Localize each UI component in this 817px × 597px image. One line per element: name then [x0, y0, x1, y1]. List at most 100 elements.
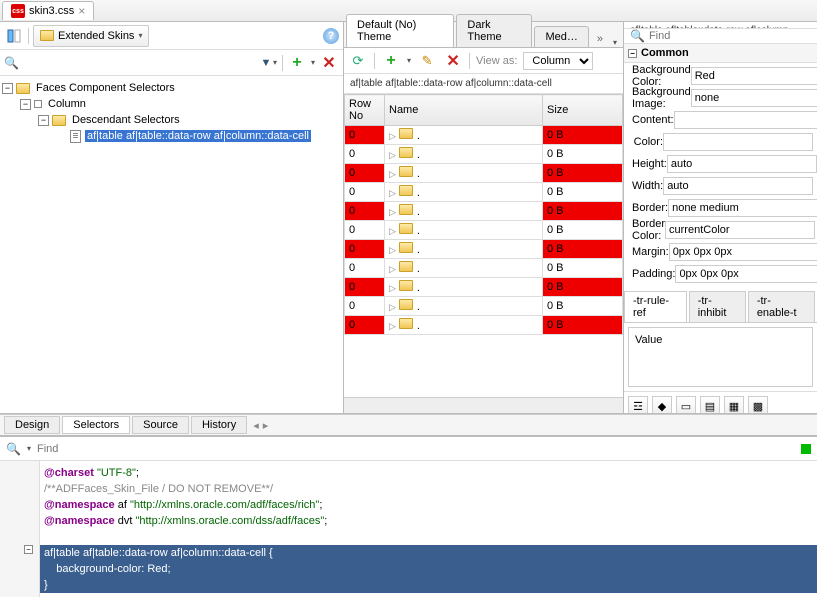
delete-button[interactable]: ✕ [443, 51, 463, 71]
collapse-icon[interactable]: − [38, 115, 49, 126]
table-row[interactable]: 0▷.0 B [345, 126, 623, 145]
tree-node[interactable]: − Column [2, 96, 341, 112]
expand-icon[interactable]: ▷ [389, 321, 396, 332]
chevron-down-icon[interactable]: ▾ [407, 56, 411, 65]
code-editor[interactable]: @charset "UTF-8";/**ADFFaces_Skin_File /… [40, 461, 817, 597]
tab-design[interactable]: Design [4, 416, 60, 434]
collapse-icon[interactable]: − [628, 49, 637, 58]
table-row[interactable]: 0▷.0 B [345, 221, 623, 240]
column-header[interactable]: Size [543, 95, 623, 126]
tab-selectors[interactable]: Selectors [62, 416, 130, 434]
sub-tab-rule-ref[interactable]: -tr-rule-ref [624, 291, 687, 322]
tab-overflow-icon[interactable]: » [591, 31, 609, 47]
column-header[interactable]: Name [385, 95, 543, 126]
chevron-down-icon[interactable]: ▾ [27, 444, 31, 453]
property-value-input[interactable] [665, 221, 815, 239]
cell-size: 0 B [543, 316, 623, 335]
tree-node[interactable]: − Faces Component Selectors [2, 80, 341, 96]
table-row[interactable]: 0▷.0 B [345, 278, 623, 297]
funnel-icon: ▼ [259, 56, 273, 70]
table-row[interactable]: 0▷.0 B [345, 240, 623, 259]
theme-tab-bar: Default (No) Theme Dark Theme Med… » ▾ [344, 22, 623, 48]
collapse-icon[interactable]: − [20, 99, 31, 110]
property-value-input[interactable] [674, 111, 817, 129]
property-label: Background Color: [632, 64, 691, 88]
property-value-input[interactable] [669, 243, 817, 261]
expand-icon[interactable]: ▷ [389, 283, 396, 294]
sub-tab-enable[interactable]: -tr-enable-t [748, 291, 815, 322]
tool-icon[interactable]: ▭ [676, 396, 696, 413]
expand-icon[interactable]: ▷ [389, 150, 396, 161]
tool-icon[interactable]: ▤ [700, 396, 720, 413]
expand-icon[interactable]: ▷ [389, 131, 396, 142]
tree-leaf[interactable]: af|table af|table::data-row af|column::d… [2, 128, 341, 144]
property-value-input[interactable] [675, 265, 817, 283]
code-find-input[interactable] [37, 443, 795, 455]
mode-toggle-icon[interactable] [4, 26, 24, 46]
column-header[interactable]: Row No [345, 95, 385, 126]
collapse-icon[interactable]: − [2, 83, 13, 94]
tool-icon[interactable]: ▩ [748, 396, 768, 413]
chevron-down-icon[interactable]: ▾ [609, 38, 621, 47]
tab-nav-next[interactable]: ▸ [263, 419, 269, 432]
property-value-input[interactable] [691, 89, 817, 107]
table-row[interactable]: 0▷.0 B [345, 297, 623, 316]
filter-button[interactable]: ▼▾ [258, 53, 278, 73]
expand-icon[interactable]: ▷ [389, 207, 396, 218]
cell-name: ▷. [385, 221, 543, 240]
property-value-input[interactable] [691, 67, 817, 85]
edit-button[interactable]: ✎ [417, 51, 437, 71]
selector-search-input[interactable] [23, 57, 254, 69]
close-icon[interactable]: × [78, 4, 85, 18]
theme-tab-default[interactable]: Default (No) Theme [346, 14, 454, 47]
tool-icon[interactable]: ▦ [724, 396, 744, 413]
code-line: /**ADFFaces_Skin_File / DO NOT REMOVE**/ [40, 481, 817, 497]
skin-dropdown[interactable]: Extended Skins ▾ [33, 25, 149, 47]
table-row[interactable]: 0▷.0 B [345, 202, 623, 221]
property-value-input[interactable] [663, 177, 813, 195]
add-button[interactable]: + [287, 53, 307, 73]
table-row[interactable]: 0▷.0 B [345, 259, 623, 278]
property-value-input[interactable] [667, 155, 817, 173]
expand-icon[interactable]: ▷ [389, 302, 396, 313]
table-row[interactable]: 0▷.0 B [345, 316, 623, 335]
chevron-down-icon[interactable]: ▾ [311, 58, 315, 67]
tool-icon[interactable]: ☲ [628, 396, 648, 413]
horizontal-scrollbar[interactable] [344, 397, 623, 413]
cell-size: 0 B [543, 164, 623, 183]
file-tab[interactable]: css skin3.css × [2, 1, 94, 20]
tab-source[interactable]: Source [132, 416, 189, 434]
tab-nav-prev[interactable]: ◂ [253, 419, 259, 432]
cell-rowno: 0 [345, 145, 385, 164]
table-row[interactable]: 0▷.0 B [345, 145, 623, 164]
skin-dropdown-label: Extended Skins [58, 30, 134, 42]
cell-rowno: 0 [345, 297, 385, 316]
property-value-input[interactable] [663, 133, 813, 151]
add-button[interactable]: + [381, 51, 401, 71]
expand-icon[interactable]: ▷ [389, 226, 396, 237]
theme-tab-medium[interactable]: Med… [534, 26, 588, 47]
expand-icon[interactable]: ▷ [389, 169, 396, 180]
cell-name: ▷. [385, 126, 543, 145]
properties-find-input[interactable] [649, 30, 811, 42]
table-row[interactable]: 0▷.0 B [345, 164, 623, 183]
property-label: Border Color: [632, 218, 665, 242]
sub-tab-inhibit[interactable]: -tr-inhibit [689, 291, 746, 322]
refresh-button[interactable]: ⟳ [348, 51, 368, 71]
cell-size: 0 B [543, 221, 623, 240]
expand-icon[interactable]: ▷ [389, 245, 396, 256]
table-row[interactable]: 0▷.0 B [345, 183, 623, 202]
viewas-select[interactable]: Column [523, 52, 593, 70]
delete-button[interactable]: ✕ [319, 53, 339, 73]
tab-history[interactable]: History [191, 416, 247, 434]
value-box[interactable]: Value [628, 327, 813, 387]
fold-icon[interactable]: − [24, 545, 33, 554]
tool-icon[interactable]: ◆ [652, 396, 672, 413]
tree-node[interactable]: − Descendant Selectors [2, 112, 341, 128]
expand-icon[interactable]: ▷ [389, 264, 396, 275]
expand-icon[interactable]: ▷ [389, 188, 396, 199]
property-value-input[interactable] [668, 199, 817, 217]
help-icon[interactable]: ? [323, 28, 339, 44]
section-common[interactable]: − Common [624, 44, 817, 63]
theme-tab-dark[interactable]: Dark Theme [456, 14, 532, 47]
